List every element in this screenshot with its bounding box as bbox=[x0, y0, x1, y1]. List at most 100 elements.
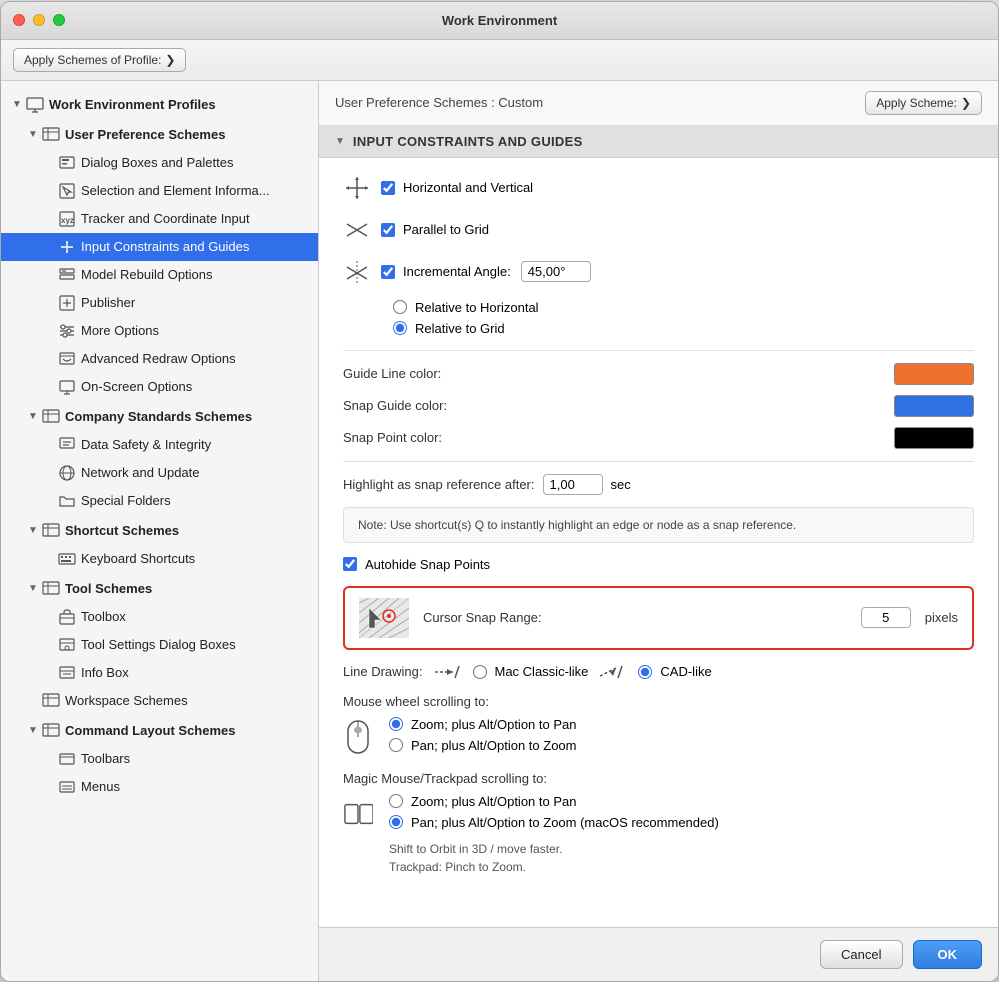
mouse-wheel-section: Mouse wheel scrolling to: bbox=[343, 694, 974, 757]
command-layout-label: Command Layout Schemes bbox=[65, 723, 236, 738]
minimize-button[interactable] bbox=[33, 14, 45, 26]
horizontal-vertical-checkbox-label[interactable]: Horizontal and Vertical bbox=[381, 180, 533, 195]
network-icon bbox=[57, 463, 77, 483]
section-collapse-icon[interactable]: ▼ bbox=[335, 136, 345, 147]
sidebar-item-network[interactable]: Network and Update bbox=[1, 459, 318, 487]
relative-grid-radio[interactable] bbox=[393, 321, 407, 335]
sidebar-item-selection[interactable]: Selection and Element Informa... bbox=[1, 177, 318, 205]
apply-scheme-chevron: ❯ bbox=[961, 96, 971, 110]
main-content: ▼ Work Environment Profiles ▼ bbox=[1, 81, 998, 981]
publisher-label: Publisher bbox=[81, 295, 135, 310]
shortcut-icon bbox=[41, 521, 61, 541]
sidebar-item-workspace[interactable]: Workspace Schemes bbox=[1, 687, 318, 715]
sidebar-item-command-layout[interactable]: ▼ Command Layout Schemes bbox=[1, 715, 318, 745]
cursor-snap-label: Cursor Snap Range: bbox=[423, 610, 847, 625]
settings-body: Horizontal and Vertical bbox=[319, 158, 998, 906]
content-area: User Preference Schemes : Custom Apply S… bbox=[319, 81, 998, 981]
sidebar-item-publisher[interactable]: Publisher bbox=[1, 289, 318, 317]
pan-zoom-radio[interactable] bbox=[389, 738, 403, 752]
sidebar-item-on-screen[interactable]: On-Screen Options bbox=[1, 373, 318, 401]
magic-options: Zoom; plus Alt/Option to Pan Pan; plus A… bbox=[343, 794, 974, 876]
snap-point-color-label: Snap Point color: bbox=[343, 430, 894, 445]
cancel-button[interactable]: Cancel bbox=[820, 940, 902, 969]
guide-line-color-swatch[interactable] bbox=[894, 363, 974, 385]
snap-point-color-swatch[interactable] bbox=[894, 427, 974, 449]
sidebar-item-keyboard[interactable]: Keyboard Shortcuts bbox=[1, 545, 318, 573]
autohide-checkbox-label[interactable]: Autohide Snap Points bbox=[343, 557, 490, 572]
autohide-checkbox[interactable] bbox=[343, 557, 357, 571]
sidebar-item-tool-settings[interactable]: Tool Settings Dialog Boxes bbox=[1, 631, 318, 659]
cad-like-label[interactable]: CAD-like bbox=[638, 664, 711, 679]
trackpad-note-1: Shift to Orbit in 3D / move faster. bbox=[389, 842, 562, 856]
relative-horizontal-radio[interactable] bbox=[393, 300, 407, 314]
mouse-wheel-label: Mouse wheel scrolling to: bbox=[343, 694, 974, 709]
cursor-snap-icon bbox=[359, 598, 409, 638]
sidebar-item-user-pref[interactable]: ▼ User Preference Schemes bbox=[1, 119, 318, 149]
magic-pan-zoom-row: Pan; plus Alt/Option to Zoom (macOS reco… bbox=[389, 815, 719, 830]
constraint-icon bbox=[57, 237, 77, 257]
line-drawing-row: Line Drawing: Mac Classic-like bbox=[343, 664, 974, 680]
horizontal-vertical-checkbox[interactable] bbox=[381, 181, 395, 195]
parallel-grid-label: Parallel to Grid bbox=[403, 222, 489, 237]
workspace-label: Workspace Schemes bbox=[65, 693, 188, 708]
rebuild-icon bbox=[57, 265, 77, 285]
close-button[interactable] bbox=[13, 14, 25, 26]
sidebar-item-info-box[interactable]: Info Box bbox=[1, 659, 318, 687]
mac-classic-label[interactable]: Mac Classic-like bbox=[473, 664, 589, 679]
sidebar-item-work-env-profiles[interactable]: ▼ Work Environment Profiles bbox=[1, 89, 318, 119]
zoom-pan-row: Zoom; plus Alt/Option to Pan bbox=[389, 717, 576, 732]
trackpad-note-2: Trackpad: Pinch to Zoom. bbox=[389, 860, 526, 874]
sidebar-item-shortcut-schemes[interactable]: ▼ Shortcut Schemes bbox=[1, 515, 318, 545]
horizontal-vertical-row: Horizontal and Vertical bbox=[343, 174, 974, 202]
workspace-icon bbox=[41, 691, 61, 711]
toolbars-label: Toolbars bbox=[81, 751, 130, 766]
magic-mouse-label: Magic Mouse/Trackpad scrolling to: bbox=[343, 771, 974, 786]
angle-value-input[interactable] bbox=[521, 261, 591, 282]
autohide-row: Autohide Snap Points bbox=[343, 557, 974, 572]
highlight-value-input[interactable] bbox=[543, 474, 603, 495]
apply-scheme-label: Apply Scheme: bbox=[876, 96, 957, 110]
folders-label: Special Folders bbox=[81, 493, 171, 508]
constraints-label: Input Constraints and Guides bbox=[81, 239, 249, 254]
sidebar-item-advanced-redraw[interactable]: Advanced Redraw Options bbox=[1, 345, 318, 373]
snap-guide-color-row: Snap Guide color: bbox=[343, 395, 974, 417]
pan-zoom-label: Pan; plus Alt/Option to Zoom bbox=[411, 738, 576, 753]
sidebar-item-data-safety[interactable]: Data Safety & Integrity bbox=[1, 431, 318, 459]
mac-classic-radio[interactable] bbox=[473, 665, 487, 679]
incremental-angle-checkbox-label[interactable]: Incremental Angle: bbox=[381, 264, 511, 279]
sidebar-item-dialog-boxes[interactable]: Dialog Boxes and Palettes bbox=[1, 149, 318, 177]
sidebar-item-tool-schemes[interactable]: ▼ Tool Schemes bbox=[1, 573, 318, 603]
sidebar-item-special-folders[interactable]: Special Folders bbox=[1, 487, 318, 515]
sidebar-item-more-options[interactable]: More Options bbox=[1, 317, 318, 345]
magic-pan-zoom-radio[interactable] bbox=[389, 815, 403, 829]
zoom-pan-radio[interactable] bbox=[389, 717, 403, 731]
cursor-snap-box: Cursor Snap Range: pixels bbox=[343, 586, 974, 650]
sidebar-item-tracker[interactable]: xyz Tracker and Coordinate Input bbox=[1, 205, 318, 233]
sidebar-item-menus[interactable]: Menus bbox=[1, 773, 318, 801]
sidebar-item-toolbox[interactable]: Toolbox bbox=[1, 603, 318, 631]
mac-classic-icon bbox=[433, 664, 463, 680]
magic-zoom-pan-radio[interactable] bbox=[389, 794, 403, 808]
info-icon bbox=[57, 663, 77, 683]
sidebar-item-company-standards[interactable]: ▼ Company Standards Schemes bbox=[1, 401, 318, 431]
apply-scheme-button[interactable]: Apply Scheme: ❯ bbox=[865, 91, 982, 115]
parallel-grid-checkbox-label[interactable]: Parallel to Grid bbox=[381, 222, 489, 237]
ok-button[interactable]: OK bbox=[913, 940, 983, 969]
sidebar-item-model-rebuild[interactable]: Model Rebuild Options bbox=[1, 261, 318, 289]
parallel-grid-checkbox[interactable] bbox=[381, 223, 395, 237]
collapse-icon: ▼ bbox=[9, 99, 25, 110]
selection-label: Selection and Element Informa... bbox=[81, 183, 270, 198]
maximize-button[interactable] bbox=[53, 14, 65, 26]
cad-like-radio[interactable] bbox=[638, 665, 652, 679]
snap-guide-color-swatch[interactable] bbox=[894, 395, 974, 417]
cursor-snap-input[interactable] bbox=[861, 607, 911, 628]
tool-icon bbox=[41, 579, 61, 599]
data-safety-label: Data Safety & Integrity bbox=[81, 437, 211, 452]
highlight-row: Highlight as snap reference after: sec bbox=[343, 474, 974, 495]
titlebar: Work Environment bbox=[1, 2, 998, 40]
incremental-angle-checkbox[interactable] bbox=[381, 265, 395, 279]
apply-schemes-button[interactable]: Apply Schemes of Profile: ❯ bbox=[13, 48, 186, 72]
sidebar-item-input-constraints[interactable]: Input Constraints and Guides bbox=[1, 233, 318, 261]
relative-grid-row: Relative to Grid bbox=[393, 321, 974, 336]
sidebar-item-toolbars[interactable]: Toolbars bbox=[1, 745, 318, 773]
